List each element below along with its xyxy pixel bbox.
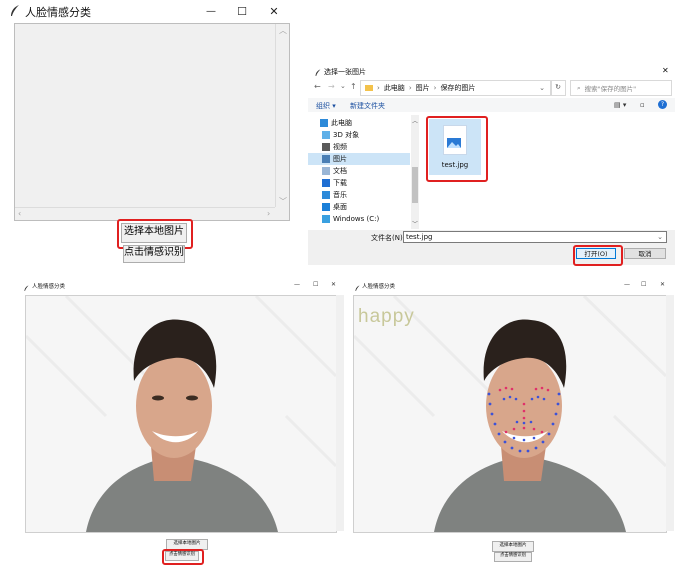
minimize-button[interactable]: — <box>294 281 300 288</box>
face-landmark-illustration <box>354 296 666 532</box>
video-icon <box>322 143 330 151</box>
tree-item-3d-objects[interactable]: 3D 对象 <box>322 129 359 141</box>
navigation-tree: 此电脑 3D 对象 视频 图片 文档 下载 音乐 桌面 Windows (C:) <box>308 115 418 229</box>
vertical-scrollbar[interactable] <box>336 295 344 531</box>
scroll-up-icon[interactable]: ︿ <box>279 27 287 35</box>
vertical-scrollbar[interactable] <box>666 295 674 531</box>
file-item-test-jpg[interactable]: test.jpg <box>429 119 481 175</box>
dialog-footer: 文件名(N): test.jpg ⌄ 打开(O) 取消 <box>308 230 675 266</box>
scroll-down-icon[interactable]: ﹀ <box>412 219 418 228</box>
main-window-empty: 人脸情感分类 — ☐ ✕ ︿ ﹀ ‹ › 选择本地图片 点击情感识别 <box>0 0 290 263</box>
feather-icon <box>315 67 321 80</box>
breadcrumb-sep: › <box>433 84 437 92</box>
search-placeholder: 搜索"保存的图片" <box>584 85 637 93</box>
chevron-down-icon[interactable]: ⌄ <box>340 82 346 90</box>
filename-input[interactable]: test.jpg ⌄ <box>403 231 667 243</box>
tree-item-downloads[interactable]: 下载 <box>322 177 347 189</box>
face-photo <box>25 295 337 533</box>
drive-icon <box>322 215 330 223</box>
image-canvas <box>14 23 290 221</box>
help-icon[interactable]: ? <box>658 100 667 109</box>
select-image-button[interactable]: 选择本地图片 <box>121 223 187 243</box>
refresh-button[interactable]: ↻ <box>550 80 566 96</box>
toolbar: 组织 ▾ 新建文件夹 ▤ ▾ ▫ ? <box>308 98 675 112</box>
tree-item-desktop[interactable]: 桌面 <box>322 201 347 213</box>
new-folder-button[interactable]: 新建文件夹 <box>350 101 385 111</box>
scroll-down-icon[interactable]: ﹀ <box>279 198 287 206</box>
recognize-button[interactable]: 点击情感识别 <box>123 245 185 263</box>
image-file-icon <box>443 125 467 155</box>
minimize-button[interactable]: — <box>624 281 630 288</box>
recognize-button[interactable]: 点击情感识别 <box>165 551 199 561</box>
horizontal-scrollbar[interactable]: ‹ › <box>15 207 275 219</box>
vertical-scrollbar[interactable]: ︿ ﹀ <box>275 24 288 207</box>
back-icon[interactable]: ← <box>314 82 321 91</box>
scroll-left-icon[interactable]: ‹ <box>18 210 21 218</box>
feather-icon <box>10 4 20 20</box>
dialog-title: 选择一张图片 <box>324 68 366 76</box>
minimize-button[interactable]: — <box>203 0 219 24</box>
document-icon <box>322 167 330 175</box>
tree-item-this-pc[interactable]: 此电脑 <box>320 117 352 129</box>
main-window-image-loaded: 人脸情感分类 — ☐ ✕ 选择本地图片 点击情感识别 <box>14 276 346 566</box>
preview-pane-icon[interactable]: ▫ <box>640 101 645 109</box>
close-button[interactable]: ✕ <box>660 281 665 288</box>
breadcrumb-item[interactable]: 保存的图片 <box>440 83 475 93</box>
music-icon <box>322 191 330 199</box>
cube-icon <box>322 131 330 139</box>
folder-icon <box>365 85 373 91</box>
tree-item-music[interactable]: 音乐 <box>322 189 347 201</box>
feather-icon <box>24 282 29 295</box>
breadcrumb-sep: › <box>408 84 412 92</box>
select-image-button[interactable]: 选择本地图片 <box>492 541 534 552</box>
cancel-button[interactable]: 取消 <box>624 248 666 259</box>
feather-icon <box>355 282 360 295</box>
dialog-close-icon[interactable]: ✕ <box>662 66 669 75</box>
breadcrumb-item[interactable]: 图片 <box>416 83 430 93</box>
close-button[interactable]: ✕ <box>331 281 336 288</box>
scroll-right-icon[interactable]: › <box>267 210 270 218</box>
emotion-result-label: happy <box>358 306 415 327</box>
main-window-result: 人脸情感分类 — ☐ ✕ happy 选择本地图片 点击情感识别 <box>347 276 683 566</box>
view-options-icon[interactable]: ▤ ▾ <box>614 101 626 109</box>
chevron-down-icon[interactable]: ⌄ <box>539 84 545 92</box>
tree-item-videos[interactable]: 视频 <box>322 141 347 153</box>
download-icon <box>322 179 330 187</box>
recognize-button[interactable]: 点击情感识别 <box>494 552 532 562</box>
open-button[interactable]: 打开(O) <box>576 248 616 259</box>
organize-menu[interactable]: 组织 ▾ <box>316 101 336 111</box>
window-title: 人脸情感分类 <box>25 6 91 19</box>
breadcrumb-sep: › <box>377 84 380 92</box>
window-title: 人脸情感分类 <box>362 284 396 290</box>
face-photo-landmarks: happy <box>353 295 667 533</box>
file-open-dialog: 选择一张图片 ✕ ← → ⌄ ↑ › 此电脑 › 图片 › 保存的图片 ⌄ ↻ … <box>308 60 675 266</box>
scroll-thumb[interactable] <box>412 167 418 203</box>
breadcrumb-item[interactable]: 此电脑 <box>384 83 405 93</box>
maximize-button[interactable]: ☐ <box>641 281 646 288</box>
window-title: 人脸情感分类 <box>32 284 66 290</box>
desktop-icon <box>322 203 330 211</box>
tree-scrollbar[interactable]: ︿ ﹀ <box>411 115 419 229</box>
computer-icon <box>320 119 328 127</box>
pictures-icon <box>322 155 330 163</box>
address-bar[interactable]: › 此电脑 › 图片 › 保存的图片 ⌄ <box>360 80 552 96</box>
face-illustration <box>26 296 336 532</box>
file-name: test.jpg <box>441 161 469 169</box>
tree-item-pictures[interactable]: 图片 <box>308 153 410 165</box>
maximize-button[interactable]: ☐ <box>234 0 250 24</box>
filename-label: 文件名(N): <box>371 234 406 242</box>
tree-item-documents[interactable]: 文档 <box>322 165 347 177</box>
scroll-up-icon[interactable]: ︿ <box>412 116 418 125</box>
close-button[interactable]: ✕ <box>266 0 282 24</box>
maximize-button[interactable]: ☐ <box>313 281 318 288</box>
forward-icon[interactable]: → <box>328 82 335 91</box>
search-icon: ⌕ <box>577 83 581 92</box>
up-icon[interactable]: ↑ <box>350 82 357 91</box>
search-box[interactable]: ⌕ 搜索"保存的图片" <box>570 80 672 96</box>
tree-item-drive-c[interactable]: Windows (C:) <box>322 213 379 225</box>
chevron-down-icon[interactable]: ⌄ <box>657 232 663 243</box>
